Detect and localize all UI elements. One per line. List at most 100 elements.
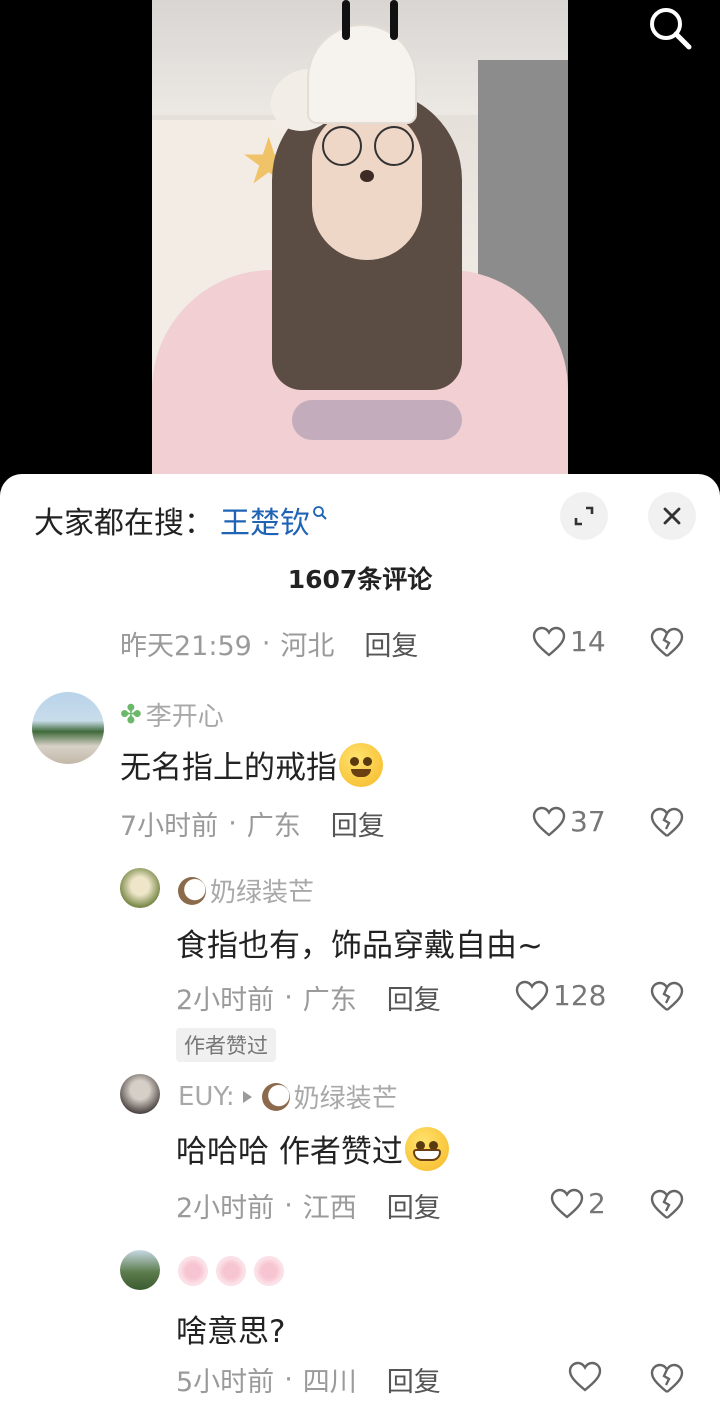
grin-emoji-icon — [404, 1126, 449, 1171]
reply-author[interactable]: 奶绿装芒 — [178, 872, 314, 909]
search-icon — [650, 8, 692, 50]
broken-heart-icon — [650, 1363, 684, 1393]
like-count: 37 — [570, 805, 606, 838]
sweater-print — [292, 400, 462, 440]
reply-to-username[interactable]: 奶绿装芒 — [294, 1078, 398, 1115]
broken-heart-icon — [650, 981, 684, 1011]
reply-location: 广东 — [302, 985, 357, 1016]
comment-author[interactable]: ✤ 李开心 — [120, 696, 224, 733]
flower-icon — [254, 1256, 284, 1286]
reply-text: 啥意思? — [176, 1306, 285, 1351]
close-button[interactable] — [648, 492, 696, 540]
comment-count: 1607条评论 — [287, 565, 433, 594]
reply-button[interactable]: 回复 — [331, 804, 385, 843]
expand-button[interactable] — [560, 492, 608, 540]
reply-author[interactable] — [178, 1256, 292, 1286]
broken-heart-icon — [650, 1189, 684, 1219]
reply-arrow-icon — [242, 1090, 252, 1103]
reply-body: 哈哈哈 作者赞过 — [176, 1134, 403, 1170]
reply-button[interactable]: 回复 — [387, 1360, 441, 1399]
author-liked-badge: 作者赞过 — [176, 1028, 276, 1062]
comment-meta: 昨天21:59 · 河北 回复 — [120, 624, 418, 663]
dislike-button[interactable] — [650, 1189, 684, 1225]
avatar[interactable] — [120, 1250, 160, 1290]
broken-heart-icon — [650, 807, 684, 837]
expand-icon — [574, 506, 594, 526]
comment-body: 无名指上的戒指 — [120, 750, 337, 786]
heart-icon — [532, 806, 566, 837]
hot-search-prefix: 大家都在搜： — [34, 506, 214, 541]
reply-text: 哈哈哈 作者赞过 — [176, 1126, 449, 1171]
reply-location: 江西 — [302, 1193, 357, 1224]
like-button[interactable] — [568, 1361, 606, 1393]
dislike-button[interactable] — [650, 1363, 684, 1399]
comment-location: 广东 — [246, 811, 301, 842]
flower-icon — [216, 1256, 246, 1286]
heart-icon — [532, 626, 566, 657]
like-button[interactable]: 128 — [515, 979, 606, 1012]
heart-icon — [568, 1361, 602, 1392]
comment-time: 7小时前 — [120, 811, 219, 842]
comment-sheet: 大家都在搜： 王楚钦 1607条评论 昨天21:59 · 河北 回复 14 ✤ … — [0, 474, 720, 1404]
close-icon — [663, 507, 681, 525]
reply-button[interactable]: 回复 — [364, 624, 418, 663]
dislike-button[interactable] — [650, 627, 684, 663]
reply-meta: 2小时前 · 江西 回复 — [176, 1186, 441, 1225]
dislike-button[interactable] — [650, 981, 684, 1017]
coconut-icon — [261, 1082, 290, 1111]
reply-button[interactable]: 回复 — [387, 1186, 441, 1225]
like-count: 128 — [553, 979, 607, 1012]
reply-location: 四川 — [302, 1367, 357, 1398]
reply-meta: 5小时前 · 四川 回复 — [176, 1360, 441, 1399]
reply-text: 食指也有，饰品穿戴自由~ — [176, 920, 543, 965]
dizzy-smile-emoji-icon — [339, 742, 383, 787]
filter-ear-right — [390, 0, 398, 40]
heart-icon — [550, 1188, 584, 1219]
like-button[interactable]: 37 — [532, 805, 606, 838]
coconut-icon — [178, 876, 206, 905]
flower-icon — [178, 1256, 208, 1286]
separator: · — [284, 1364, 293, 1395]
glasses — [322, 126, 414, 166]
reply-author[interactable]: EUY: 奶绿装芒 — [178, 1078, 398, 1115]
filter-nose — [360, 170, 374, 182]
username[interactable]: 奶绿装芒 — [210, 872, 314, 909]
avatar[interactable] — [32, 692, 104, 764]
sheet-header: 大家都在搜： 王楚钦 — [0, 474, 720, 564]
video-frame[interactable]: ★ — [152, 0, 568, 478]
like-button[interactable]: 2 — [550, 1187, 606, 1220]
search-button[interactable] — [642, 0, 698, 56]
comment-text: 无名指上的戒指 — [120, 742, 383, 787]
hot-search[interactable]: 大家都在搜： 王楚钦 — [34, 498, 328, 542]
reply-meta: 2小时前 · 广东 回复 — [176, 978, 441, 1017]
comment-meta: 7小时前 · 广东 回复 — [120, 804, 385, 843]
filter-ear-left — [342, 0, 350, 40]
avatar[interactable] — [120, 868, 160, 908]
video-player[interactable]: ★ — [0, 0, 720, 478]
separator: · — [284, 1190, 293, 1221]
avatar[interactable] — [120, 1074, 160, 1114]
reply-time: 5小时前 — [176, 1367, 275, 1398]
broken-heart-icon — [650, 627, 684, 657]
reply-body: 食指也有，饰品穿戴自由~ — [176, 928, 543, 964]
separator: · — [284, 982, 293, 1013]
reply-time: 2小时前 — [176, 1193, 275, 1224]
username[interactable]: EUY: — [178, 1082, 235, 1112]
username[interactable]: 李开心 — [146, 696, 224, 733]
filter-cat-hat — [307, 24, 417, 124]
like-button[interactable]: 14 — [532, 625, 606, 658]
search-icon — [313, 506, 327, 520]
clover-icon: ✤ — [120, 699, 142, 730]
separator: · — [228, 808, 237, 839]
reply-button[interactable]: 回复 — [387, 978, 441, 1017]
comment-time: 昨天21:59 — [120, 631, 252, 662]
heart-icon — [515, 980, 549, 1011]
reply-time: 2小时前 — [176, 985, 275, 1016]
reply-body: 啥意思? — [176, 1314, 286, 1350]
dislike-button[interactable] — [650, 807, 684, 843]
like-count: 14 — [570, 625, 606, 658]
separator: · — [261, 628, 271, 659]
comment-location: 河北 — [280, 631, 335, 662]
hot-search-keyword[interactable]: 王楚钦 — [220, 498, 310, 542]
like-count: 2 — [588, 1187, 606, 1220]
